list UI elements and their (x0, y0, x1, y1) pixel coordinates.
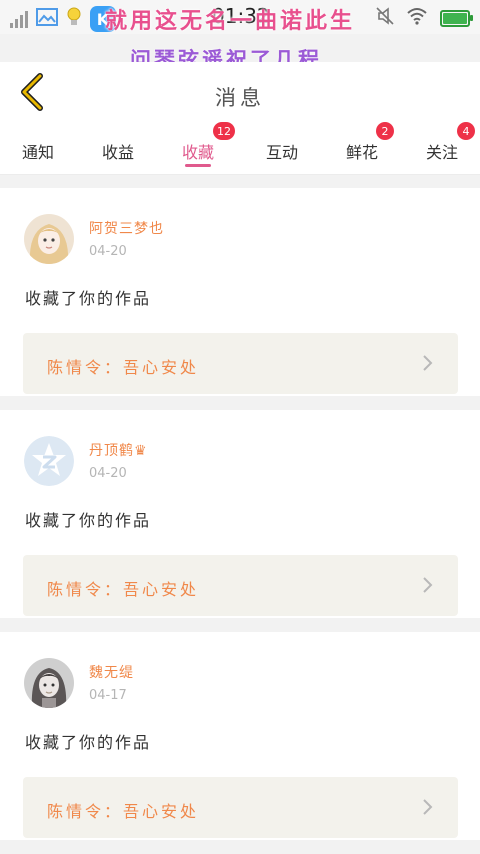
work-title: 陈情令：吾心安处 (47, 802, 200, 821)
active-tab-indicator (185, 164, 211, 167)
tab-label: 通知 (21, 143, 54, 162)
tab-badge: 2 (376, 122, 394, 140)
overlay-lyric-line1: 就用这无名一曲诺此生 (105, 9, 356, 34)
date: 04-20 (89, 466, 127, 481)
mute-icon (376, 6, 394, 30)
status-left-icons: K (10, 6, 116, 32)
tab-label: 收益 (101, 143, 134, 162)
message-text: 收藏了你的作品 (25, 733, 152, 752)
tab-label: 收藏 (181, 143, 214, 162)
tab-badge: 12 (213, 122, 235, 140)
avatar[interactable] (24, 436, 74, 486)
work-link[interactable]: 陈情令：吾心安处 (23, 777, 458, 838)
tab-label: 关注 (425, 143, 458, 162)
chevron-right-icon (418, 797, 438, 817)
list-item: 魏无缇 04-17 收藏了你的作品 陈情令：吾心安处 (0, 632, 480, 840)
page-title: 消息 (215, 86, 265, 110)
tab-interactions[interactable]: 互动 (242, 128, 322, 174)
tab-follows[interactable]: 关注 4 (404, 122, 480, 174)
list-item: 阿贺三梦也 04-20 收藏了你的作品 陈情令：吾心安处 (0, 188, 480, 396)
battery-icon (440, 9, 473, 27)
date: 04-20 (89, 244, 127, 259)
status-right-icons (376, 6, 473, 30)
chevron-right-icon (418, 353, 438, 373)
work-title: 陈情令：吾心安处 (47, 580, 200, 599)
wifi-icon (406, 7, 428, 29)
message-text: 收藏了你的作品 (25, 511, 152, 530)
tab-flowers[interactable]: 鲜花 2 (322, 122, 402, 174)
chevron-right-icon (418, 575, 438, 595)
work-link[interactable]: 陈情令：吾心安处 (23, 555, 458, 616)
tab-badge: 4 (457, 122, 475, 140)
image-icon (36, 8, 58, 30)
signal-icon (10, 10, 28, 28)
tab-label: 鲜花 (345, 143, 378, 162)
work-title: 陈情令：吾心安处 (47, 358, 200, 377)
tab-bar: 通知 收益 收藏 12 互动 鲜花 2 关注 4 (0, 122, 480, 175)
message-text: 收藏了你的作品 (25, 289, 152, 308)
header: 消息 (0, 62, 480, 129)
username[interactable]: 丹顶鹤♛ (89, 440, 148, 460)
date: 04-17 (89, 688, 127, 703)
username[interactable]: 魏无缇 (89, 662, 134, 682)
tab-earnings[interactable]: 收益 (78, 128, 158, 174)
lightbulb-icon (66, 7, 82, 31)
tab-notifications[interactable]: 通知 (0, 128, 76, 174)
list-item: 丹顶鹤♛ 04-20 收藏了你的作品 陈情令：吾心安处 (0, 410, 480, 618)
username[interactable]: 阿贺三梦也 (89, 218, 164, 238)
avatar[interactable] (24, 658, 74, 708)
tab-label: 互动 (265, 143, 298, 162)
tab-favorites[interactable]: 收藏 12 (158, 122, 238, 174)
avatar[interactable] (24, 214, 74, 264)
work-link[interactable]: 陈情令：吾心安处 (23, 333, 458, 394)
